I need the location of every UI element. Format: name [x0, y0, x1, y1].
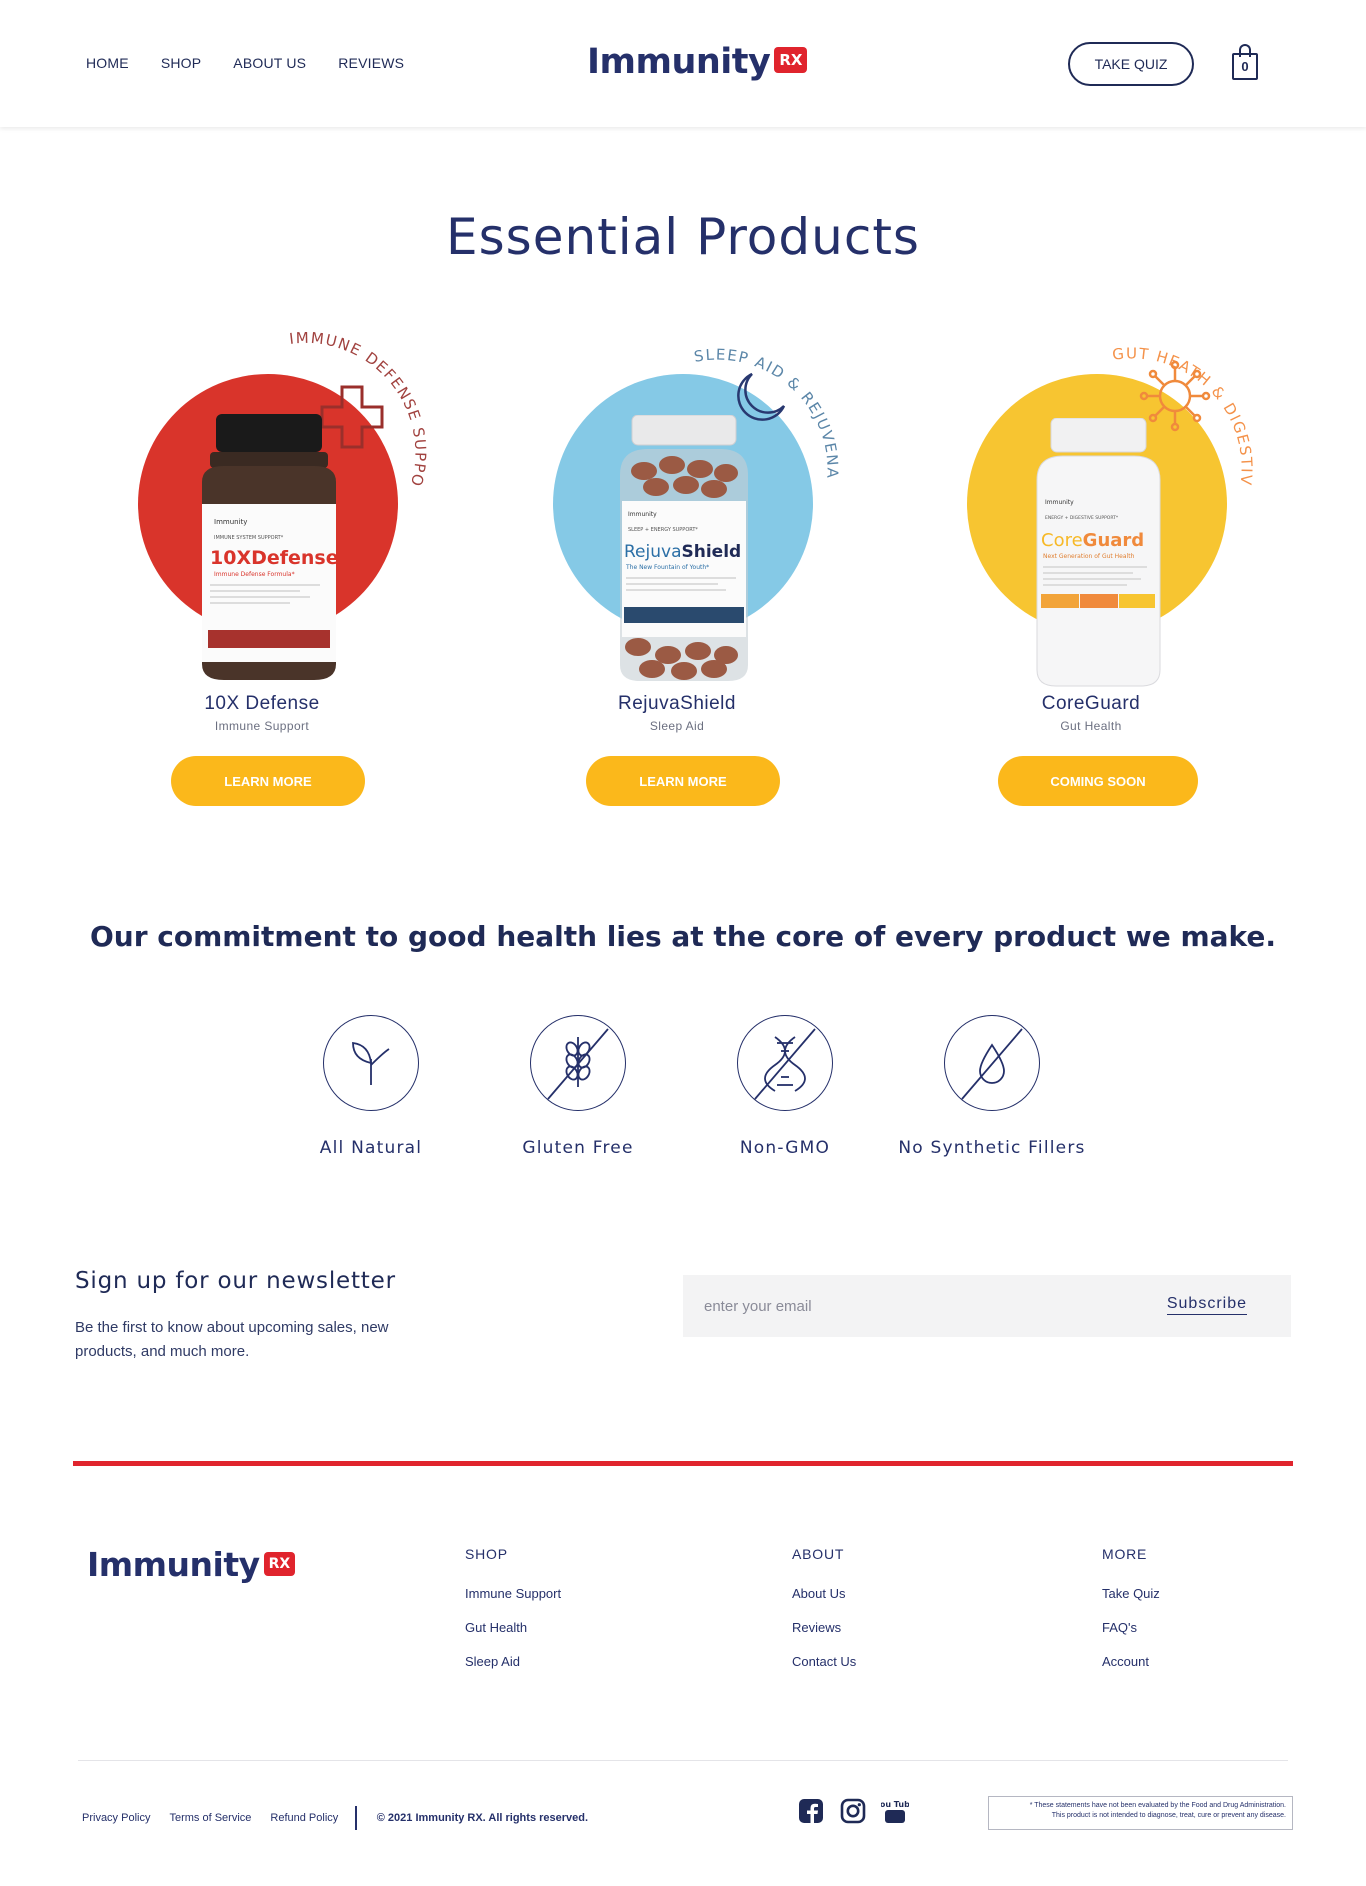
footer-column-heading: ABOUT [792, 1546, 845, 1562]
product-subtitle: Sleep Aid [649, 719, 705, 733]
disclaimer-line-1: * These statements have not been evaluat… [1029, 1802, 1286, 1809]
privacy-policy-link[interactable]: Privacy Policy [82, 1812, 150, 1824]
newsletter-form: Subscribe [683, 1275, 1291, 1337]
logo-rx-badge: RX [774, 47, 808, 73]
fda-disclaimer: * These statements have not been evaluat… [988, 1796, 1293, 1830]
footer-rule [78, 1760, 1288, 1761]
footer-link-immune-support[interactable]: Immune Support [465, 1586, 561, 1601]
facebook-icon[interactable] [797, 1797, 825, 1825]
footer-link-gut-health[interactable]: Gut Health [465, 1620, 561, 1635]
footer-column-more: MORE Take Quiz FAQ's Account [1102, 1546, 1160, 1688]
legal-separator [355, 1806, 357, 1830]
svg-text:IMMUNE SYSTEM SUPPORT*: IMMUNE SYSTEM SUPPORT* [214, 535, 284, 541]
newsletter-title: Sign up for our newsletter [75, 1268, 396, 1294]
youtube-icon[interactable]: You Tube [881, 1797, 909, 1825]
main-nav: HOME SHOP ABOUT US REVIEWS [86, 55, 404, 71]
footer-link-take-quiz[interactable]: Take Quiz [1102, 1586, 1160, 1601]
product-card-coreguard: GUT HEATH & DIGESTIVE AID Immunity ENERG… [934, 296, 1254, 820]
product-name[interactable]: 10X Defense [112, 693, 412, 715]
terms-of-service-link[interactable]: Terms of Service [169, 1812, 251, 1824]
footer-link-about-us[interactable]: About Us [792, 1586, 856, 1601]
newsletter-description: Be the first to know about upcoming sale… [75, 1319, 389, 1360]
subscribe-button[interactable]: Subscribe [1166, 1295, 1247, 1315]
svg-text:Immunity: Immunity [628, 511, 657, 518]
nav-shop[interactable]: SHOP [161, 55, 201, 71]
svg-text:SLEEP + ENERGY SUPPORT*: SLEEP + ENERGY SUPPORT* [628, 527, 698, 533]
footer-column-heading: SHOP [465, 1546, 508, 1562]
footer-column-about: ABOUT About Us Reviews Contact Us [792, 1546, 856, 1688]
legal-bar: Privacy Policy Terms of Service Refund P… [82, 1806, 588, 1830]
product-bottle-10x-defense: Immunity IMMUNE SYSTEM SUPPORT* 10XDefen… [202, 414, 339, 680]
nav-home[interactable]: HOME [86, 55, 129, 71]
learn-more-button[interactable]: LEARN MORE [171, 756, 365, 806]
site-header: HOME SHOP ABOUT US REVIEWS Immunity RX T… [0, 0, 1366, 127]
learn-more-button[interactable]: LEARN MORE [586, 756, 780, 806]
badge-label: No Synthetic Fillers [898, 1138, 1086, 1158]
take-quiz-button[interactable]: TAKE QUIZ [1068, 42, 1194, 86]
product-card-10x-defense: IMMUNE DEFENSE SUPPORT Immunity IMMUNE S… [106, 296, 428, 820]
footer-column-shop: SHOP Immune Support Gut Health Sleep Aid [465, 1546, 561, 1688]
product-name[interactable]: CoreGuard [941, 693, 1241, 715]
wheat-icon [547, 1028, 609, 1100]
svg-text:The New Fountain of Youth*: The New Fountain of Youth* [625, 564, 709, 571]
commitment-heading: Our commitment to good health lies at th… [89, 920, 1277, 953]
footer-link-reviews[interactable]: Reviews [792, 1620, 856, 1635]
header-logo[interactable]: Immunity RX [587, 42, 808, 82]
sprout-icon [352, 1041, 390, 1085]
product-bottle-rejuvashield: Immunity SLEEP + ENERGY SUPPORT* RejuvaS… [620, 415, 748, 681]
nav-about-us[interactable]: ABOUT US [233, 55, 306, 71]
footer-link-faqs[interactable]: FAQ's [1102, 1620, 1160, 1635]
refund-policy-link[interactable]: Refund Policy [270, 1812, 338, 1824]
dna-icon [754, 1028, 816, 1100]
droplet-icon [961, 1028, 1023, 1100]
footer-logo[interactable]: Immunity RX [87, 1545, 296, 1584]
product-subtitle: Gut Health [1060, 719, 1122, 733]
section-title: Essential Products [446, 208, 920, 266]
logo-wordmark: Immunity [587, 42, 771, 82]
svg-text:You Tube: You Tube [881, 1800, 909, 1809]
coming-soon-button[interactable]: COMING SOON [998, 756, 1198, 806]
social-links: You Tube [797, 1797, 909, 1825]
badge-label: All Natural [319, 1138, 423, 1158]
cart-button[interactable]: 0 [1232, 44, 1260, 80]
svg-text:Immunity: Immunity [214, 518, 247, 526]
svg-text:Next Generation of Gut Health: Next Generation of Gut Health [1043, 553, 1135, 560]
badge-label: Gluten Free [522, 1138, 634, 1158]
product-name[interactable]: RejuvaShield [527, 693, 827, 715]
svg-text:Immunity: Immunity [1045, 499, 1074, 506]
email-input[interactable] [683, 1275, 1123, 1337]
disclaimer-line-2: This product is not intended to diagnose… [1051, 1812, 1286, 1819]
svg-text:RejuvaShield: RejuvaShield [624, 542, 741, 562]
product-subtitle: Immune Support [214, 719, 310, 733]
svg-text:10XDefense: 10XDefense [210, 547, 339, 569]
logo-rx-badge: RX [263, 1551, 296, 1576]
copyright: © 2021 Immunity RX. All rights reserved. [376, 1812, 589, 1824]
footer-column-heading: MORE [1102, 1546, 1148, 1562]
svg-text:CoreGuard: CoreGuard [1041, 530, 1144, 551]
footer-link-sleep-aid[interactable]: Sleep Aid [465, 1654, 561, 1669]
nav-reviews[interactable]: REVIEWS [338, 55, 404, 71]
logo-wordmark: Immunity [87, 1545, 260, 1584]
footer-link-account[interactable]: Account [1102, 1654, 1160, 1669]
cart-count: 0 [1232, 53, 1258, 80]
instagram-icon[interactable] [839, 1797, 867, 1825]
badge-label: Non-GMO [739, 1138, 831, 1158]
product-card-rejuvashield: SLEEP AID & REJUVENATION Immunity SLEEP … [520, 296, 840, 820]
footer-divider [73, 1461, 1293, 1466]
svg-text:ENERGY + DIGESTIVE SUPPORT*: ENERGY + DIGESTIVE SUPPORT* [1045, 515, 1119, 521]
footer-link-contact-us[interactable]: Contact Us [792, 1654, 856, 1669]
svg-text:Immune Defense Formula*: Immune Defense Formula* [214, 571, 295, 578]
product-bottle-coreguard: Immunity ENERGY + DIGESTIVE SUPPORT* Cor… [1036, 418, 1161, 687]
